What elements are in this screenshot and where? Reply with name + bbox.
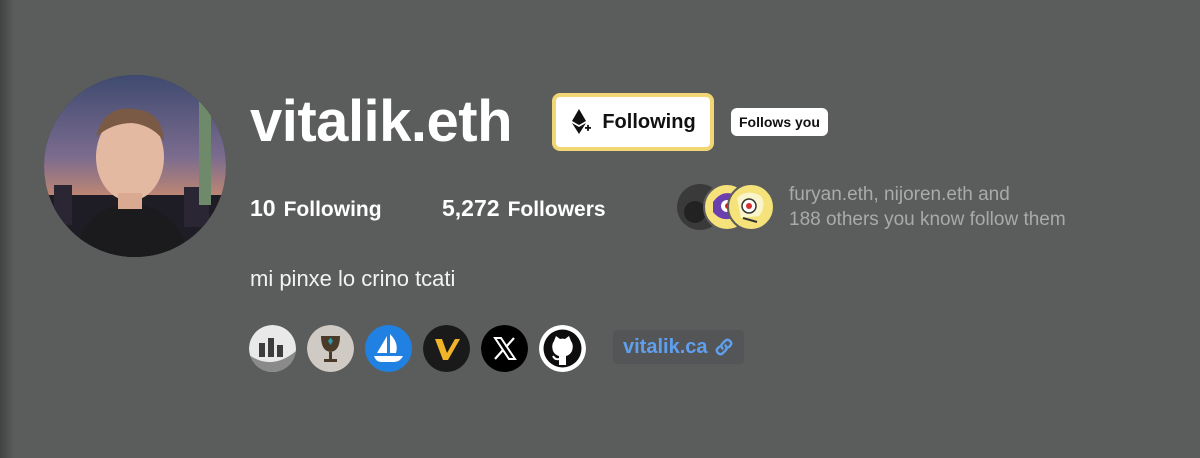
github-icon[interactable] <box>539 324 586 372</box>
follows-you-badge: Follows you <box>731 108 828 136</box>
profile-bio: mi pinxe lo crino tcati <box>250 266 456 291</box>
following-count: 10 <box>250 195 276 221</box>
mutual-followers-line-1: furyan.eth, nijoren.eth and <box>789 184 1010 205</box>
website-link-label: vitalik.ca <box>623 335 708 358</box>
chart-logo-icon[interactable] <box>249 324 296 372</box>
v-logo-icon[interactable] <box>423 324 470 372</box>
mutual-avatars-graphic <box>677 183 775 231</box>
goblet-icon[interactable] <box>307 324 354 372</box>
social-links <box>249 324 586 372</box>
following-button[interactable]: Following <box>552 93 714 151</box>
followers-label: Followers <box>507 198 606 221</box>
profile-name: vitalik.eth <box>250 89 513 154</box>
mutual-followers-text[interactable]: furyan.eth, nijoren.eth and 188 others y… <box>789 182 1169 232</box>
website-link[interactable]: vitalik.ca <box>613 330 744 364</box>
edge-shadow <box>0 0 14 458</box>
mutual-followers-avatars[interactable] <box>677 182 777 232</box>
avatar[interactable] <box>44 75 226 257</box>
opensea-icon[interactable] <box>365 324 412 372</box>
following-stat[interactable]: 10 Following <box>250 193 382 225</box>
followers-stat[interactable]: 5,272 Followers <box>442 193 606 225</box>
link-icon <box>715 338 732 356</box>
profile-photo <box>44 75 226 257</box>
mutual-followers-line-2: 188 others you know follow them <box>789 209 1066 230</box>
x-icon[interactable] <box>481 324 528 372</box>
following-label: Following <box>283 198 382 221</box>
followers-count: 5,272 <box>442 195 500 221</box>
following-button-label: Following <box>602 110 696 133</box>
ethereum-plus-icon <box>572 109 592 134</box>
